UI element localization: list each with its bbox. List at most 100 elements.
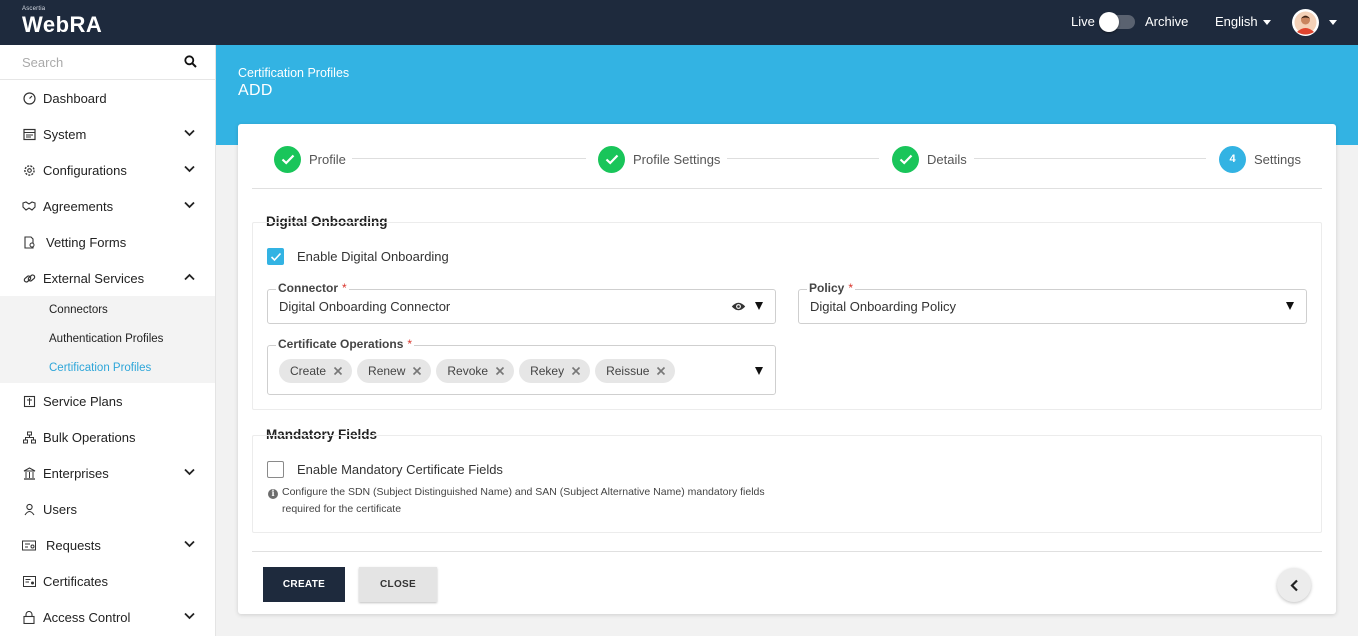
- close-icon[interactable]: [495, 366, 505, 376]
- chip-label: Create: [290, 364, 327, 378]
- step-details[interactable]: Details: [892, 145, 967, 173]
- connector-value: Digital Onboarding Connector: [279, 299, 451, 314]
- sidebar-item-requests[interactable]: Requests: [0, 527, 215, 563]
- sidebar-item-dashboard[interactable]: Dashboard: [0, 80, 215, 116]
- sidebar-item-bulk-operations[interactable]: Bulk Operations: [0, 419, 215, 455]
- sidebar-item-label: Users: [43, 501, 77, 517]
- language-label: English: [1215, 14, 1258, 29]
- search-icon[interactable]: [184, 55, 197, 68]
- required-marker: *: [848, 281, 854, 295]
- sidebar-item-label: Configurations: [43, 162, 127, 178]
- eye-icon[interactable]: [731, 301, 746, 312]
- close-icon[interactable]: [656, 366, 666, 376]
- vetting-form-icon: [22, 235, 36, 249]
- top-bar: Ascertia WebRA Live Archive English: [0, 0, 1358, 45]
- close-button[interactable]: CLOSE: [359, 567, 437, 602]
- page-title: ADD: [238, 82, 273, 99]
- step-profile[interactable]: Profile: [274, 145, 346, 173]
- policy-select[interactable]: Policy * Digital Onboarding Policy: [798, 281, 1307, 324]
- breadcrumb[interactable]: Certification Profiles: [238, 66, 349, 80]
- sidebar-subitem-certification-profiles[interactable]: Certification Profiles: [0, 354, 215, 383]
- step-connector: [974, 158, 1206, 159]
- hint-text: Configure the SDN (Subject Distinguished…: [282, 486, 765, 498]
- sidebar-item-access-control[interactable]: Access Control: [0, 599, 215, 635]
- step-settings[interactable]: 4 Settings: [1219, 145, 1301, 173]
- live-archive-toggle[interactable]: [1099, 12, 1135, 32]
- enable-digital-onboarding-row[interactable]: Enable Digital Onboarding: [267, 248, 449, 265]
- archive-label: Archive: [1145, 14, 1189, 29]
- dropdown-arrow-icon: [1286, 302, 1294, 310]
- avatar-menu-chevron-icon[interactable]: [1329, 20, 1337, 25]
- service-plans-icon: [22, 394, 36, 408]
- hint-text-cont: required for the certificate: [282, 503, 402, 515]
- step-label: Profile: [309, 151, 346, 167]
- collapse-panel-button[interactable]: [1277, 568, 1311, 602]
- enable-mandatory-fields-checkbox[interactable]: [267, 461, 284, 478]
- chip-label: Renew: [368, 364, 406, 378]
- sidebar-item-label: External Services: [43, 270, 145, 286]
- step-profile-settings[interactable]: Profile Settings: [598, 145, 720, 173]
- chip-create: Create: [279, 359, 353, 383]
- check-icon: [892, 145, 919, 173]
- info-icon: i: [268, 488, 278, 499]
- connector-select[interactable]: Connector * Digital Onboarding Connector: [267, 281, 776, 324]
- sidebar-item-label: Enterprises: [43, 465, 109, 481]
- chevron-up-icon: [184, 273, 195, 281]
- sidebar-item-users[interactable]: Users: [0, 491, 215, 527]
- field-label-text: Connector: [278, 281, 338, 295]
- checkbox-label: Enable Digital Onboarding: [297, 249, 449, 264]
- search-input[interactable]: [0, 45, 170, 79]
- sidebar-subitem-connectors[interactable]: Connectors: [0, 296, 215, 325]
- certificate-icon: [22, 574, 36, 588]
- chevron-down-icon: [184, 540, 195, 548]
- system-icon: [22, 127, 36, 141]
- mandatory-fields-hint: i Configure the SDN (Subject Distinguishe…: [268, 484, 765, 518]
- connector-label: Connector *: [276, 281, 349, 295]
- required-marker: *: [342, 281, 347, 295]
- chip-label: Rekey: [530, 364, 565, 378]
- divider: [252, 188, 1322, 189]
- sidebar-subitem-authentication-profiles[interactable]: Authentication Profiles: [0, 325, 215, 354]
- certificate-operations-multiselect[interactable]: Certificate Operations * Create Renew Rev…: [267, 337, 776, 395]
- dropdown-arrow-icon: [755, 367, 763, 375]
- building-icon: [22, 466, 36, 480]
- sidebar-item-agreements[interactable]: Agreements: [0, 188, 215, 224]
- operation-chips: Create Renew Revoke Rekey Reissue: [279, 359, 676, 383]
- close-icon[interactable]: [412, 366, 422, 376]
- field-label-text: Policy: [809, 281, 845, 295]
- certificate-operations-label: Certificate Operations *: [276, 337, 415, 351]
- profile-form-card: Profile Profile Settings Details 4 Setti…: [238, 124, 1336, 614]
- enable-digital-onboarding-checkbox[interactable]: [267, 248, 284, 265]
- chip-rekey: Rekey: [519, 359, 591, 383]
- sidebar-item-enterprises[interactable]: Enterprises: [0, 455, 215, 491]
- sidebar-item-configurations[interactable]: Configurations: [0, 152, 215, 188]
- chevron-down-icon: [184, 165, 195, 173]
- create-button[interactable]: CREATE: [263, 567, 345, 602]
- sidebar-item-label: System: [43, 126, 87, 142]
- step-connector: [727, 158, 879, 159]
- policy-value: Digital Onboarding Policy: [810, 299, 956, 314]
- field-label-text: Certificate Operations: [278, 337, 404, 351]
- close-icon[interactable]: [333, 366, 343, 376]
- dropdown-arrow-icon: [755, 302, 763, 310]
- enable-mandatory-fields-row[interactable]: Enable Mandatory Certificate Fields: [267, 461, 503, 478]
- sidebar-item-external-services[interactable]: External Services: [0, 260, 215, 296]
- language-selector[interactable]: English: [1215, 14, 1271, 29]
- sidebar-item-label: Service Plans: [43, 393, 123, 409]
- sidebar-item-system[interactable]: System: [0, 116, 215, 152]
- app-logo[interactable]: Ascertia WebRA: [22, 6, 102, 37]
- sidebar-item-certificates[interactable]: Certificates: [0, 563, 215, 599]
- avatar[interactable]: [1292, 9, 1319, 36]
- wizard-stepper: Profile Profile Settings Details 4 Setti…: [238, 124, 1336, 188]
- user-avatar-icon: [1292, 9, 1319, 36]
- logo-product: WebRA: [22, 12, 103, 37]
- step-connector: [352, 158, 586, 159]
- close-icon[interactable]: [571, 366, 581, 376]
- chip-label: Reissue: [606, 364, 650, 378]
- sidebar-item-vetting-forms[interactable]: Vetting Forms: [0, 224, 215, 260]
- requests-icon: [22, 538, 36, 552]
- chip-revoke: Revoke: [436, 359, 515, 383]
- handshake-icon: [22, 199, 36, 213]
- chevron-down-icon: [184, 468, 195, 476]
- sidebar-item-service-plans[interactable]: Service Plans: [0, 383, 215, 419]
